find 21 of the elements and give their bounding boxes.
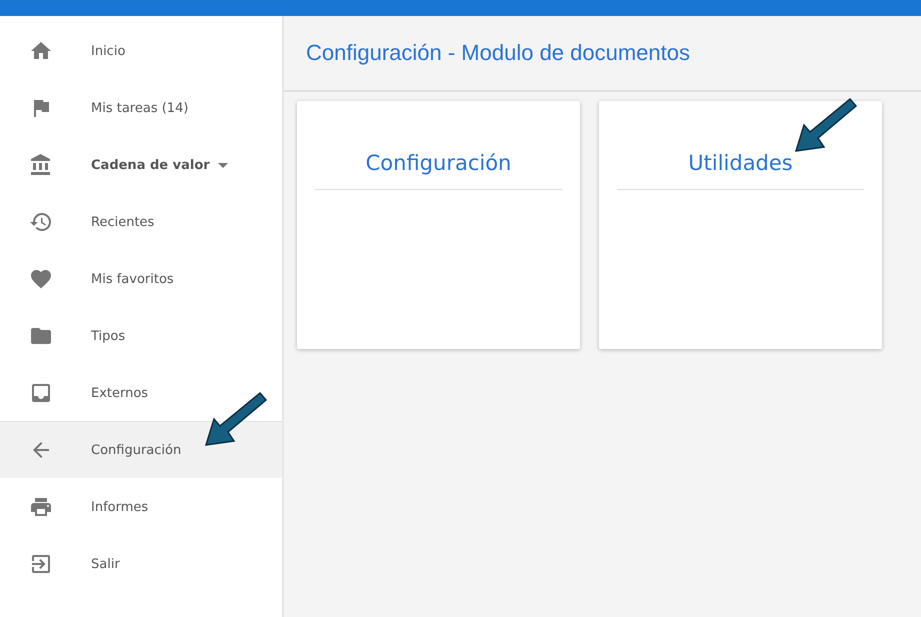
history-icon bbox=[29, 210, 53, 234]
printer-icon bbox=[29, 495, 53, 519]
sidebar-item[interactable]: Tipos bbox=[0, 307, 282, 364]
inbox-icon bbox=[29, 381, 53, 405]
exit-icon bbox=[29, 552, 53, 576]
page-title: Configuración - Modulo de documentos bbox=[306, 40, 690, 66]
heart-icon bbox=[29, 267, 53, 291]
sidebar-item[interactable]: Configuración bbox=[0, 421, 282, 478]
bank-icon bbox=[29, 153, 53, 177]
sidebar-item[interactable]: Mis favoritos bbox=[0, 250, 282, 307]
sidebar-item[interactable]: Informes bbox=[0, 478, 282, 535]
menu-card[interactable]: Utilidades bbox=[599, 101, 882, 349]
sidebar-item[interactable]: Salir bbox=[0, 535, 282, 592]
sidebar-item[interactable]: Externos bbox=[0, 364, 282, 421]
card-title: Configuración bbox=[315, 101, 562, 190]
sidebar-item[interactable]: Inicio bbox=[0, 22, 282, 79]
menu-card[interactable]: Configuración bbox=[297, 101, 580, 349]
sidebar-item[interactable]: Mis tareas (14) bbox=[0, 79, 282, 136]
sidebar-item[interactable]: Recientes bbox=[0, 193, 282, 250]
caret-icon bbox=[218, 162, 228, 168]
sidebar-item[interactable]: Cadena de valor bbox=[0, 136, 282, 193]
